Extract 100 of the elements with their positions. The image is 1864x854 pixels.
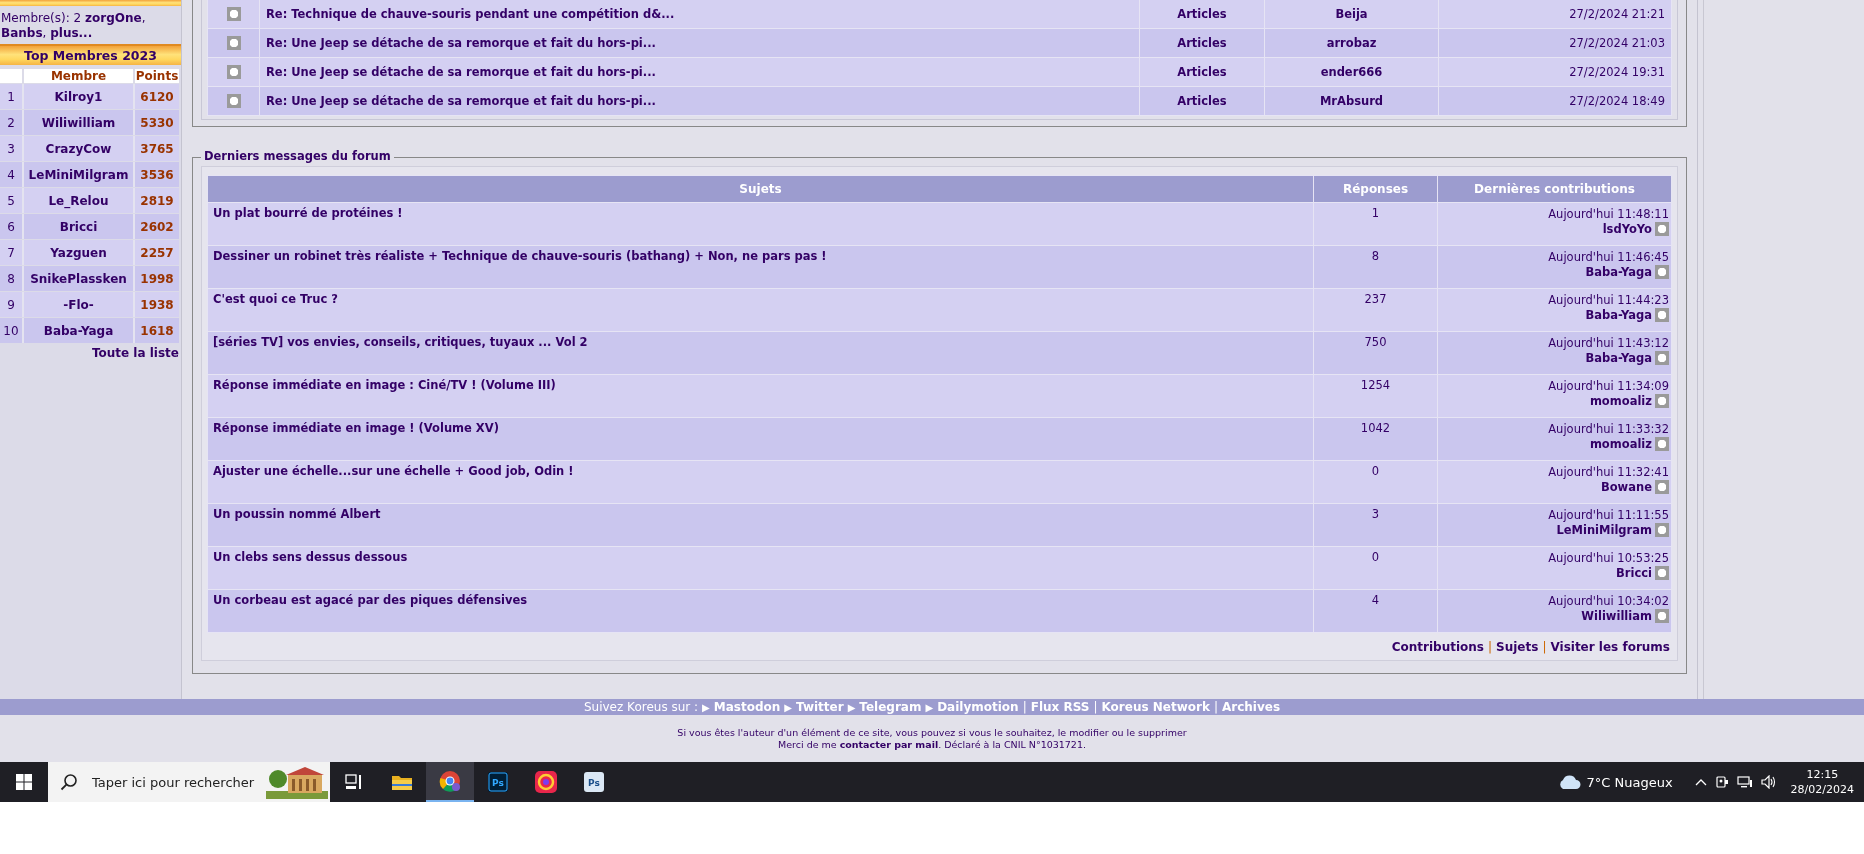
separator: | — [1488, 640, 1493, 654]
date-cell: 27/2/2024 18:49 — [1438, 86, 1672, 116]
author-link[interactable]: Baba-Yaga — [1585, 308, 1652, 322]
forum-link[interactable]: Visiter les forums — [1550, 640, 1670, 654]
full-list-link[interactable]: Toute la liste — [0, 346, 181, 360]
column-header: Dernières contributions — [1437, 175, 1672, 203]
clock-date[interactable]: 28/02/2024 — [1790, 782, 1854, 797]
avatar-icon[interactable] — [1655, 566, 1669, 580]
topic-link[interactable]: Dessiner un robinet très réaliste + Technique de chauve-souris (bathang) + Non, ne pars pas ! — [207, 245, 1314, 289]
comment-link[interactable]: Re: Une Jeep se détache de sa remorque et fait du hors-pi... — [259, 57, 1140, 87]
search-icon — [60, 773, 78, 791]
topic-link[interactable]: C'est quoi ce Truc ? — [207, 288, 1314, 332]
arrow-glyph: ▶ — [784, 701, 793, 713]
clock-time[interactable]: 12:15 — [1806, 767, 1839, 782]
author-link[interactable]: momoaliz — [1589, 394, 1652, 408]
member-link[interactable]: Yazguen — [22, 240, 133, 265]
comment-link[interactable]: Re: Une Jeep se détache de sa remorque et fait du hors-pi... — [259, 28, 1140, 58]
separator: | — [1213, 700, 1218, 714]
points-cell: 3536 — [133, 162, 179, 187]
rank-cell: 3 — [0, 136, 22, 161]
search-placeholder: Taper ici pour rechercher — [92, 774, 256, 790]
topic-link[interactable]: Un plat bourré de protéines ! — [207, 202, 1314, 246]
author-link[interactable]: Beija — [1264, 0, 1439, 29]
rank-cell: 10 — [0, 318, 22, 343]
date-text: Aujourd'hui 11:43:12 — [1547, 335, 1669, 351]
member-link[interactable]: Wiliwilliam — [22, 110, 133, 135]
chevron-icon[interactable] — [1694, 778, 1707, 786]
replies-cell: 4 — [1313, 589, 1438, 633]
speaker-icon[interactable] — [1760, 775, 1777, 789]
column-header: Sujets — [207, 175, 1314, 203]
contact-text: Merci de me contacter par mail. Déclaré à la CNIL N°1031721. — [778, 739, 1086, 751]
topic-link[interactable]: Ajuster une échelle...sur une échelle + Good job, Odin ! — [207, 460, 1314, 504]
windows-logo-icon[interactable] — [16, 774, 32, 790]
member-link[interactable]: Baba-Yaga — [22, 318, 133, 343]
topic-link[interactable]: Un corbeau est agacé par des piques défensives — [207, 589, 1314, 633]
avatar-icon[interactable] — [226, 7, 241, 22]
author-link[interactable]: momoaliz — [1589, 437, 1652, 451]
separator: | — [1022, 700, 1027, 714]
points-cell: 6120 — [133, 84, 179, 109]
topic-link[interactable]: Un poussin nommé Albert — [207, 503, 1314, 547]
author-link[interactable]: lsdYoYo — [1602, 222, 1652, 236]
rank-cell: 1 — [0, 84, 22, 109]
member-link[interactable]: -Flo- — [22, 292, 133, 317]
comment-link[interactable]: Re: Technique de chauve-souris pendant une compétition d&... — [259, 0, 1140, 29]
author-link[interactable]: Baba-Yaga — [1585, 351, 1652, 365]
avatar-icon[interactable] — [1655, 394, 1669, 408]
date-text: Aujourd'hui 11:44:23 — [1547, 292, 1669, 308]
search-field[interactable]: Taper ici pour rechercher — [48, 762, 330, 802]
points-cell: 1998 — [133, 266, 179, 291]
network-icon[interactable] — [1736, 775, 1753, 789]
avatar-icon[interactable] — [226, 65, 241, 80]
date-text: Aujourd'hui 11:11:55 — [1547, 507, 1669, 523]
avatar-icon[interactable] — [1655, 308, 1669, 322]
author-link[interactable]: MrAbsurd — [1264, 86, 1439, 116]
section-cell: Articles — [1139, 57, 1265, 87]
topic-link[interactable]: Un clebs sens dessus dessous — [207, 546, 1314, 590]
avatar-icon[interactable] — [1655, 351, 1669, 365]
weather-text[interactable]: 7°C Nuageux — [1586, 774, 1673, 790]
date-cell: 27/2/2024 19:31 — [1438, 57, 1672, 87]
author-link[interactable]: arrobaz — [1264, 28, 1439, 58]
rank-cell: 4 — [0, 162, 22, 187]
author-link[interactable]: Baba-Yaga — [1585, 265, 1652, 279]
member-link[interactable]: SnikePlassken — [22, 266, 133, 291]
forum-link[interactable]: Contributions — [1391, 640, 1484, 654]
browser-icon[interactable] — [426, 762, 474, 802]
member-link[interactable]: CrazyCow — [22, 136, 133, 161]
online-members-text: Membre(s): 2 zorgOne, Banbs, plus... — [0, 10, 147, 42]
rank-cell: 2 — [0, 110, 22, 135]
replies-cell: 0 — [1313, 460, 1438, 504]
member-link[interactable]: Bricci — [22, 214, 133, 239]
topic-link[interactable]: Réponse immédiate en image ! (Volume XV) — [207, 417, 1314, 461]
topic-link[interactable]: [séries TV] vos envies, conseils, critiques, tuyaux ... Vol 2 — [207, 331, 1314, 375]
forum-link[interactable]: Sujets — [1496, 640, 1539, 654]
topic-link[interactable]: Réponse immédiate en image : Ciné/TV ! (Volume III) — [207, 374, 1314, 418]
replies-cell: 0 — [1313, 546, 1438, 590]
avatar-icon[interactable] — [1655, 222, 1669, 236]
avatar-icon[interactable] — [1655, 437, 1669, 451]
date-text: Aujourd'hui 11:46:45 — [1547, 249, 1669, 265]
section-cell: Articles — [1139, 86, 1265, 116]
avatar-icon[interactable] — [226, 36, 241, 51]
avatar-icon[interactable] — [1655, 609, 1669, 623]
avatar-icon[interactable] — [1655, 480, 1669, 494]
author-link[interactable]: Wiliwilliam — [1581, 609, 1652, 623]
rank-cell: 8 — [0, 266, 22, 291]
member-link[interactable]: LeMiniMilgram — [22, 162, 133, 187]
member-link[interactable]: Kilroy1 — [22, 84, 133, 109]
date-text: Aujourd'hui 11:48:11 — [1547, 206, 1669, 222]
author-link[interactable]: Bricci — [1616, 566, 1652, 580]
author-link[interactable]: Bowane — [1600, 480, 1652, 494]
arrow-glyph: ▶ — [847, 701, 856, 713]
avatar-icon[interactable] — [226, 94, 241, 109]
author-link[interactable]: LeMiniMilgram — [1556, 523, 1652, 537]
avatar-icon[interactable] — [1655, 523, 1669, 537]
follow-label: Suivez Koreus sur : — [583, 700, 699, 714]
avatar-icon[interactable] — [1655, 265, 1669, 279]
comment-link[interactable]: Re: Une Jeep se détache de sa remorque et fait du hors-pi... — [259, 86, 1140, 116]
section-cell: Articles — [1139, 28, 1265, 58]
author-link[interactable]: ender666 — [1264, 57, 1439, 87]
member-link[interactable]: Le_Relou — [22, 188, 133, 213]
fieldset-legend: Derniers messages du forum — [201, 149, 394, 163]
